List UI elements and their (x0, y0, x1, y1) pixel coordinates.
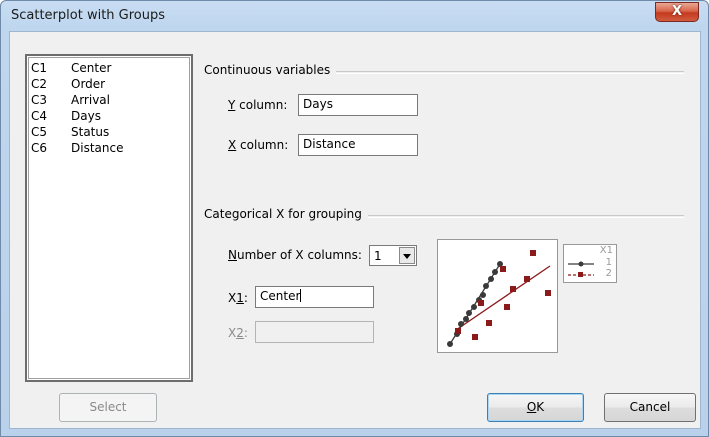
graph-preview (437, 239, 558, 353)
x1-label-text: : (243, 291, 248, 305)
close-icon: X (671, 4, 683, 19)
y-column-label-text: column: (235, 98, 288, 112)
variable-name: Order (71, 77, 106, 91)
ok-mnemonic: O (526, 400, 537, 414)
variable-name: Center (71, 61, 112, 75)
ok-label-text: K (536, 400, 545, 414)
preview-legend: X1 1 2 (563, 244, 617, 283)
x2-input[interactable] (255, 321, 374, 343)
x2-label-prefix: X (228, 326, 237, 340)
cancel-button[interactable]: Cancel (604, 393, 696, 422)
x2-label-text: : (243, 326, 248, 340)
title-bar[interactable]: Scatterplot with Groups X (1, 1, 708, 31)
text-caret (300, 289, 302, 302)
x-column-mnemonic: X (228, 138, 237, 152)
variable-id: C6 (31, 141, 48, 155)
scatter-preview-icon (447, 250, 551, 347)
variable-id: C5 (31, 125, 48, 139)
continuous-group-label: Continuous variables (204, 63, 337, 77)
variable-name: Arrival (71, 93, 110, 107)
dialog-window: Scatterplot with Groups X C1 Center C2 O… (0, 0, 709, 437)
variable-id: C2 (31, 77, 48, 91)
select-button[interactable]: Select (59, 393, 157, 422)
num-x-columns-mnemonic: N (228, 248, 237, 262)
series2-fit-line (455, 265, 551, 331)
x-column-label-text: column: (236, 138, 289, 152)
variable-id: C1 (31, 61, 48, 75)
variable-id: C3 (31, 93, 48, 107)
legend-item-2: 2 (605, 268, 612, 279)
variable-name: Distance (71, 141, 124, 155)
x1-label-prefix: X (228, 291, 237, 305)
variable-id: C4 (31, 109, 48, 123)
ok-button[interactable]: OK (487, 393, 584, 422)
variable-name: Days (71, 109, 101, 123)
categorical-group-label: Categorical X for grouping (204, 207, 368, 221)
x2-mnemonic: 2 (236, 326, 244, 340)
variable-list-inner: C1 Center C2 Order C3 Arrival C4 Days C5 (28, 57, 190, 379)
num-x-columns-value: 1 (374, 249, 382, 263)
variable-name: Status (71, 125, 110, 139)
x1-mnemonic: 1 (236, 291, 244, 305)
x1-label: X1: (228, 291, 248, 305)
window-title: Scatterplot with Groups (11, 8, 166, 23)
dialog-client-area: C1 Center C2 Order C3 Arrival C4 Days C5 (9, 31, 701, 429)
close-button[interactable]: X (655, 2, 699, 22)
x-column-input[interactable]: Distance (298, 134, 418, 156)
x1-input[interactable]: Center (255, 286, 374, 308)
x-column-label: X column: (228, 138, 288, 152)
y-column-label: Y column: (228, 98, 287, 112)
num-x-columns-label-text: umber of X columns: (236, 248, 362, 262)
variable-list[interactable]: C1 Center C2 Order C3 Arrival C4 Days C5 (25, 54, 193, 382)
legend-item-1: 1 (605, 257, 612, 268)
num-x-columns-select[interactable]: 1 (369, 245, 417, 266)
x2-label: X2: (228, 326, 248, 340)
y-column-input[interactable]: Days (298, 94, 418, 116)
series2-points (455, 250, 551, 340)
num-x-columns-label: Number of X columns: (228, 248, 362, 262)
chevron-down-icon[interactable] (399, 247, 415, 264)
x1-input-value: Center (260, 289, 301, 303)
